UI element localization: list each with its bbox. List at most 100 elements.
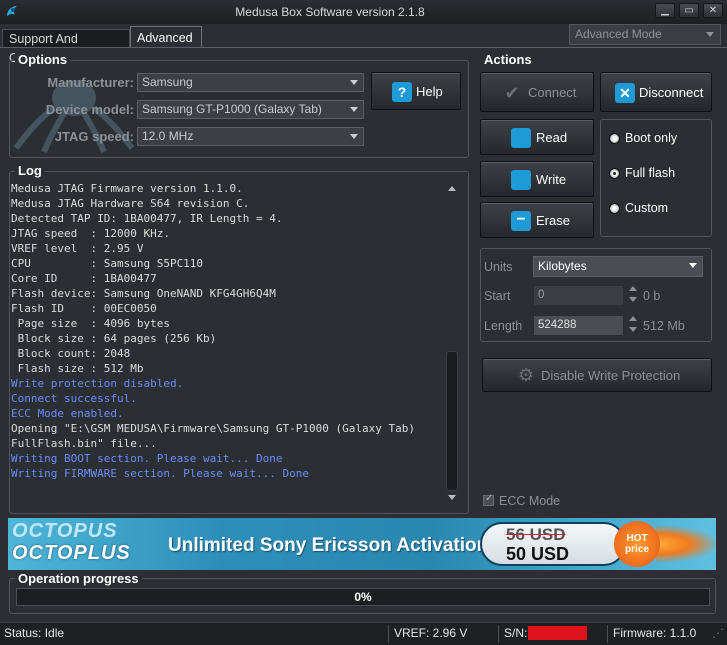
- write-button[interactable]: Write: [480, 161, 594, 197]
- scroll-up-arrow-icon[interactable]: [448, 186, 456, 191]
- progress-title: Operation progress: [15, 571, 142, 586]
- disconnect-button[interactable]: ✕ Disconnect: [600, 72, 712, 112]
- erase-minus-icon: −: [511, 211, 531, 231]
- actions-title: Actions: [484, 52, 532, 67]
- write-label: Write: [536, 172, 567, 187]
- disconnect-label: Disconnect: [639, 85, 704, 100]
- radio-button-icon: [609, 203, 620, 214]
- banner-price-box: 56 USD 50 USD: [480, 522, 626, 566]
- log-line: Flash size : 512 Mb: [11, 362, 144, 375]
- status-separator: [388, 625, 389, 643]
- log-line: Flash ID : 00EC0050: [11, 302, 157, 315]
- status-bar: Status: Idle VREF: 2.96 V S/N: Firmware:…: [0, 622, 727, 645]
- window-title: Medusa Box Software version 2.1.8: [235, 5, 425, 19]
- tab-support-and-options[interactable]: Support And Options: [2, 29, 130, 65]
- checkmark-icon: ✔: [504, 83, 520, 103]
- erase-label: Erase: [536, 213, 570, 228]
- hot-price-badge: HOT price: [614, 521, 660, 567]
- serial-number-redaction: [528, 626, 587, 640]
- read-label: Read: [536, 130, 568, 145]
- banner-old-price: 56 USD: [506, 525, 566, 544]
- log-line: JTAG speed : 12000 KHz.: [11, 227, 170, 240]
- log-output: Medusa JTAG Firmware version 1.1.0. Medus…: [11, 181, 443, 505]
- radio-full-flash-label: Full flash: [625, 166, 676, 180]
- radio-button-icon: [609, 133, 620, 144]
- radio-button-icon: [609, 168, 620, 179]
- progress-percent-label: 0%: [354, 590, 372, 604]
- banner-brand-octopus: OCTOPUS: [12, 520, 118, 542]
- flame-icon: [656, 526, 716, 562]
- write-chip-icon: [511, 170, 531, 190]
- log-line: Block count: 2048: [11, 347, 131, 360]
- device-model-label: Device model:: [45, 102, 134, 117]
- status-separator: [607, 625, 608, 643]
- jtag-speed-select[interactable]: 12.0 MHz: [137, 127, 364, 146]
- log-line: Medusa JTAG Hardware S64 revision C.: [11, 197, 250, 210]
- radio-boot-only-label: Boot only: [625, 131, 678, 145]
- operation-progress-bar: 0%: [16, 588, 710, 606]
- radio-custom[interactable]: Custom: [609, 200, 719, 218]
- minimize-button[interactable]: ▁: [655, 3, 675, 18]
- log-line: ECC Mode enabled.: [11, 407, 124, 420]
- hot-badge-line2: price: [625, 544, 649, 555]
- mode-select-value: Advanced Mode: [575, 27, 662, 41]
- tab-underline: [0, 47, 727, 48]
- hot-badge-line1: HOT: [626, 533, 648, 544]
- mode-select[interactable]: Advanced Mode: [569, 24, 721, 45]
- log-line: VREF level : 2.95 V: [11, 242, 144, 255]
- log-line: Medusa JTAG Firmware version 1.1.0.: [11, 182, 243, 195]
- banner-new-price: 50 USD: [506, 544, 570, 564]
- vref-text: VREF: 2.96 V: [394, 626, 468, 640]
- tab-advanced[interactable]: Advanced: [130, 26, 202, 48]
- chevron-down-icon: [350, 134, 358, 139]
- resize-grip-icon[interactable]: ⋰: [712, 626, 724, 640]
- device-model-select[interactable]: Samsung GT-P1000 (Galaxy Tab): [137, 100, 364, 119]
- read-chip-icon: [511, 128, 531, 148]
- options-title: Options: [15, 52, 71, 67]
- log-line: Flash device: Samsung OneNAND KFG4GH6Q4M: [11, 287, 276, 300]
- read-button[interactable]: Read: [480, 119, 594, 155]
- restore-button[interactable]: ▭: [679, 3, 699, 18]
- log-line: Block size : 64 pages (256 Kb): [11, 332, 217, 345]
- chevron-down-icon: [706, 32, 714, 37]
- log-scrollbar[interactable]: [445, 181, 459, 507]
- close-button[interactable]: ✕: [703, 3, 723, 18]
- radio-custom-label: Custom: [625, 201, 669, 215]
- log-line: Write protection disabled.: [11, 377, 184, 390]
- log-line: Writing FIRMWARE section. Please wait...…: [11, 467, 310, 480]
- log-line: Writing BOOT section. Please wait... Don…: [11, 452, 283, 465]
- help-label: Help: [416, 84, 443, 99]
- checkbox-icon: [483, 493, 494, 506]
- log-title: Log: [15, 163, 45, 178]
- radio-full-flash[interactable]: Full flash: [609, 165, 719, 183]
- log-line: Detected TAP ID: 1BA00477, IR Length = 4…: [11, 212, 283, 225]
- device-model-value: Samsung GT-P1000 (Galaxy Tab): [142, 102, 322, 116]
- status-text: Status: Idle: [4, 626, 65, 640]
- manufacturer-select[interactable]: Samsung: [137, 73, 364, 92]
- manufacturer-value: Samsung: [142, 75, 193, 89]
- log-line: Connect successful.: [11, 392, 137, 405]
- promo-banner[interactable]: OCTOPUS OCTOPLUS Unlimited Sony Ericsson…: [8, 518, 716, 570]
- banner-brand-octoplus: OCTOPLUS: [12, 542, 131, 564]
- actions-area: [476, 248, 716, 514]
- connect-label: Connect: [528, 85, 577, 100]
- chevron-down-icon: [350, 80, 358, 85]
- log-line: Page size : 4096 bytes: [11, 317, 170, 330]
- erase-button[interactable]: − Erase: [480, 202, 594, 238]
- ecc-mode-label: ECC Mode: [499, 494, 561, 508]
- scrollbar-thumb[interactable]: [446, 351, 458, 491]
- radio-boot-only[interactable]: Boot only: [609, 130, 719, 148]
- log-line: Opening "E:\GSM MEDUSA\Firmware\Samsung …: [11, 422, 415, 435]
- jtag-speed-label: JTAG speed:: [54, 129, 134, 144]
- log-line: CPU : Samsung S5PC110: [11, 257, 204, 270]
- help-icon: ?: [392, 82, 412, 102]
- disconnect-x-icon: ✕: [615, 83, 635, 103]
- help-button[interactable]: ? Help: [371, 72, 461, 110]
- main-window: Medusa Box Software version 2.1.8 ▁ ▭ ✕ …: [0, 0, 727, 645]
- status-separator: [498, 625, 499, 643]
- connect-button[interactable]: ✔ Connect: [480, 72, 594, 112]
- banner-headline: Unlimited Sony Ericsson Activation: [168, 535, 489, 556]
- title-bar: Medusa Box Software version 2.1.8 ▁ ▭ ✕: [0, 0, 727, 24]
- log-line: Core ID : 1BA00477: [11, 272, 157, 285]
- scroll-down-arrow-icon[interactable]: [448, 495, 456, 500]
